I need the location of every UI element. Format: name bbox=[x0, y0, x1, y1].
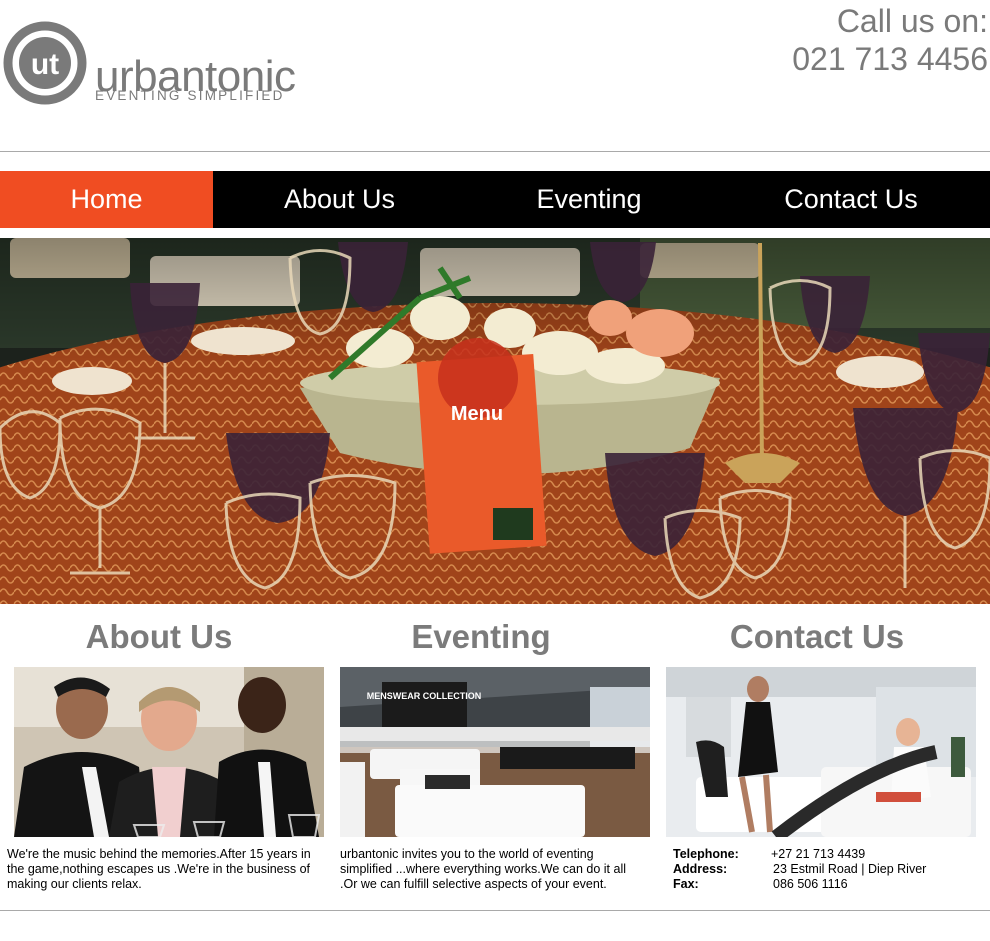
contact-us-heading[interactable]: Contact Us bbox=[672, 618, 962, 658]
address-label: Address: bbox=[673, 862, 728, 876]
nav-eventing[interactable]: Eventing bbox=[466, 171, 712, 228]
about-us-photo[interactable] bbox=[14, 667, 324, 837]
telephone-label: Telephone: bbox=[673, 847, 739, 861]
hero-image: Menu bbox=[0, 238, 990, 604]
contact-us-photo[interactable] bbox=[666, 667, 976, 837]
eventing-banner-text: MENSWEAR COLLECTION bbox=[367, 691, 482, 701]
contact-row-telephone: Telephone: +27 21 713 4439 bbox=[673, 847, 926, 862]
hero-menu-text: Menu bbox=[451, 403, 503, 425]
fax-value: 086 506 1116 bbox=[773, 877, 848, 891]
call-us-label: Call us on: bbox=[836, 3, 988, 39]
telephone-value[interactable]: +27 21 713 4439 bbox=[771, 847, 865, 862]
contact-row-fax: Fax: 086 506 1116 bbox=[673, 877, 926, 892]
logo-mark-icon: ut bbox=[3, 21, 87, 105]
call-us-block: Call us on: 021 713 4456 bbox=[792, 2, 988, 78]
nav-about-us[interactable]: About Us bbox=[213, 171, 466, 228]
fax-label: Fax: bbox=[673, 877, 699, 891]
brand-tagline: EVENTING SIMPLIFIED bbox=[95, 88, 285, 103]
brand-logo[interactable]: ut urbantonic EVENTING SIMPLIFIED bbox=[3, 19, 313, 107]
nav-contact-us[interactable]: Contact Us bbox=[712, 171, 990, 228]
phone-number[interactable]: 021 713 4456 bbox=[792, 40, 988, 78]
eventing-text: urbantonic invites you to the world of e… bbox=[340, 847, 626, 891]
header-divider bbox=[0, 151, 990, 152]
logo-monogram: ut bbox=[31, 48, 59, 81]
address-value: 23 Estmil Road | Diep River bbox=[773, 862, 927, 876]
page: ut urbantonic EVENTING SIMPLIFIED Call u… bbox=[0, 0, 990, 941]
eventing-heading[interactable]: Eventing bbox=[336, 618, 626, 658]
footer-divider bbox=[0, 910, 990, 911]
nav-home[interactable]: Home bbox=[0, 171, 213, 228]
about-us-text: We're the music behind the memories.Afte… bbox=[7, 847, 311, 891]
eventing-photo[interactable]: MENSWEAR COLLECTION bbox=[340, 667, 650, 837]
about-us-heading[interactable]: About Us bbox=[14, 618, 304, 658]
main-nav: Home About Us Eventing Contact Us bbox=[0, 171, 990, 228]
contact-row-address: Address: 23 Estmil Road | Diep River bbox=[673, 862, 926, 877]
contact-details: Telephone: +27 21 713 4439 Address: 23 E… bbox=[673, 847, 926, 892]
